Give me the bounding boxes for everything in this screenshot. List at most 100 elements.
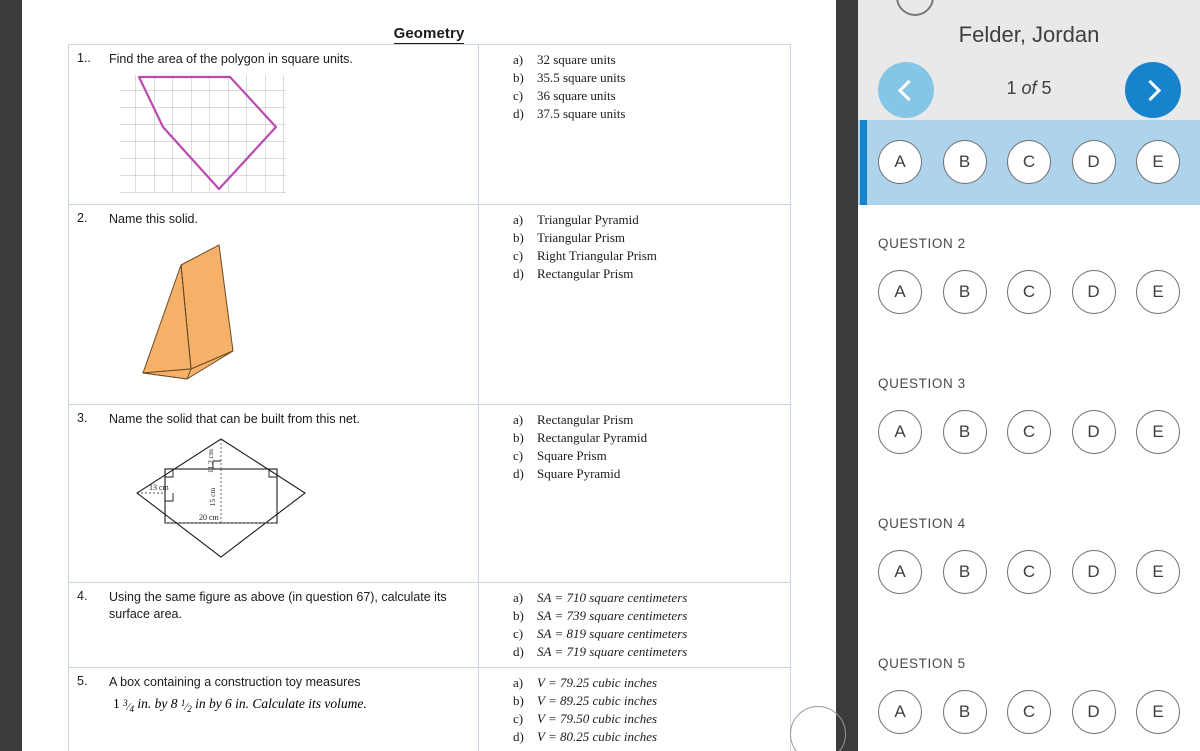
answer-bubble-a[interactable]: A	[878, 690, 922, 734]
answer-bubble-a[interactable]: A	[878, 270, 922, 314]
answer-bubble-d[interactable]: D	[1071, 270, 1116, 314]
choice-text: V = 79.25 cubic inches	[537, 674, 658, 690]
answer-bubble-b[interactable]: B	[942, 410, 987, 454]
question-number: 2.	[77, 211, 88, 225]
answer-bubble-b[interactable]: B	[942, 690, 987, 734]
choice-option[interactable]: c) Right Triangular Prism	[513, 247, 784, 265]
choice-option[interactable]: b) SA = 739 square centimeters	[513, 607, 784, 625]
table-row: 4. Using the same figure as above (in que…	[68, 582, 791, 668]
choice-option[interactable]: c) SA = 819 square centimeters	[513, 625, 784, 643]
choice-option[interactable]: a) V = 79.25 cubic inches	[513, 674, 784, 692]
net-label-square-height: 15 cm	[208, 488, 217, 507]
choice-option[interactable]: d) 37.5 square units	[513, 105, 784, 123]
panel-header: Felder, Jordan 1 of 5	[858, 0, 1200, 120]
choice-option[interactable]: a) SA = 710 square centimeters	[513, 589, 784, 607]
answer-bubble-e[interactable]: E	[1136, 410, 1180, 454]
bubble-row-5: A B C D E	[878, 690, 1180, 734]
question-text: Name this solid.	[109, 212, 198, 226]
table-row: 5. A box containing a construction toy me…	[68, 666, 791, 751]
choice-text: SA = 819 square centimeters	[537, 625, 688, 641]
question-label-5: QUESTION 5	[878, 656, 966, 671]
student-name: Felder, Jordan	[958, 22, 1100, 47]
answer-bubble-a[interactable]: A	[878, 410, 922, 454]
choice-text: SA = 739 square centimeters	[537, 607, 688, 623]
q5-mid-text: in. by 8	[137, 695, 178, 711]
answer-bubble-e[interactable]: E	[1136, 690, 1180, 734]
page-title-text: Geometry	[393, 25, 465, 44]
question-text: Find the area of the polygon in square u…	[109, 52, 353, 66]
answer-bubble-b[interactable]: B	[942, 550, 987, 594]
answer-bubble-a[interactable]: A	[878, 140, 922, 184]
answer-bubble-c[interactable]: C	[1007, 690, 1051, 734]
answer-bubble-d[interactable]: D	[1071, 550, 1116, 594]
choice-letter: b)	[513, 229, 524, 245]
polygon-grid-figure	[117, 73, 472, 198]
page-title: Geometry	[22, 25, 836, 44]
answer-bubble-d[interactable]: D	[1071, 140, 1116, 184]
next-question-button[interactable]	[1125, 62, 1181, 118]
answer-bubble-b[interactable]: B	[942, 270, 987, 314]
answer-block-question-5: QUESTION 5 A B C D E	[858, 642, 1200, 751]
chevron-right-icon	[1139, 79, 1162, 101]
choice-text: Square Prism	[537, 447, 607, 463]
choice-option[interactable]: c) Square Prism	[513, 447, 784, 465]
document-right-rail	[836, 0, 858, 751]
answer-bubble-c[interactable]: C	[1007, 140, 1051, 184]
q5-fraction-1: 3⁄4	[123, 698, 134, 715]
choice-text: 36 square units	[537, 87, 616, 103]
choice-option[interactable]: d) Rectangular Prism	[513, 265, 784, 283]
net-label-slant-height: 11.2 cm	[206, 449, 215, 473]
choice-text: Triangular Pyramid	[537, 212, 639, 227]
choice-text: V = 89.25 cubic inches	[537, 692, 658, 708]
choice-text: 35.5 square units	[537, 69, 626, 85]
triangular-prism-figure	[121, 233, 472, 398]
choice-option[interactable]: b) Triangular Prism	[513, 229, 784, 247]
choice-option[interactable]: a) Triangular Pyramid	[513, 211, 784, 229]
answer-block-question-2: QUESTION 2 A B C D E	[858, 222, 1200, 362]
answer-bubble-e[interactable]: E	[1136, 550, 1180, 594]
bubble-row-3: A B C D E	[878, 410, 1180, 454]
q5-frac1-numerator: 3	[123, 698, 128, 709]
question-text: Using the same figure as above (in quest…	[109, 590, 447, 621]
answer-bubble-d[interactable]: D	[1071, 410, 1116, 454]
choice-option[interactable]: b) V = 89.25 cubic inches	[513, 692, 784, 710]
answer-bubble-b[interactable]: B	[942, 140, 987, 184]
answer-block-question-4: QUESTION 4 A B C D E	[858, 502, 1200, 642]
q5-fraction-2: 1⁄2	[180, 698, 192, 715]
choice-option[interactable]: c) V = 79.50 cubic inches	[513, 710, 784, 728]
choice-text: Triangular Prism	[537, 229, 625, 245]
question-cell-5: 5. A box containing a construction toy me…	[68, 666, 479, 751]
answer-bubble-a[interactable]: A	[878, 550, 922, 594]
choice-option[interactable]: a) Rectangular Prism	[513, 411, 784, 429]
answer-block-question-1: A B C D E	[858, 120, 1200, 205]
answer-bubble-c[interactable]: C	[1007, 270, 1051, 314]
table-row: 1.. Find the area of the polygon in squar…	[68, 44, 791, 205]
choice-option[interactable]: b) 35.5 square units	[513, 69, 784, 87]
page-total: 5	[1041, 78, 1052, 98]
answer-bubble-e[interactable]: E	[1136, 140, 1180, 184]
choice-option[interactable]: d) Square Pyramid	[513, 465, 784, 483]
answer-bubble-c[interactable]: C	[1007, 410, 1051, 454]
choice-letter: d)	[513, 728, 524, 744]
q5-suffix-text: in by 6 in. Calculate its volume.	[195, 695, 367, 711]
choice-letter: b)	[513, 69, 524, 85]
answers-cell-4: a) SA = 710 square centimeters b) SA = 739…	[478, 582, 791, 668]
question-cell-2: 2. Name this solid.	[68, 204, 479, 405]
answer-bubble-d[interactable]: D	[1071, 690, 1116, 734]
choice-option[interactable]: d) V = 80.25 cubic inches	[513, 728, 784, 746]
answer-bubble-e[interactable]: E	[1136, 270, 1180, 314]
question-cell-4: 4. Using the same figure as above (in que…	[68, 582, 479, 668]
app-root: Geometry 1.. Find the area of the polygon…	[0, 0, 1200, 751]
choice-text: Rectangular Pyramid	[537, 429, 648, 445]
choice-letter: d)	[513, 465, 524, 481]
choice-option[interactable]: d) SA = 719 square centimeters	[513, 643, 784, 661]
choice-option[interactable]: a) 32 square units	[513, 51, 784, 69]
question-text: Name the solid that can be built from th…	[109, 412, 360, 426]
choice-text: V = 79.50 cubic inches	[537, 710, 658, 726]
choice-option[interactable]: c) 36 square units	[513, 87, 784, 105]
choice-letter: c)	[513, 87, 524, 103]
avatar[interactable]	[896, 0, 934, 16]
answer-bubble-c[interactable]: C	[1007, 550, 1051, 594]
question-table: 1.. Find the area of the polygon in squar…	[68, 44, 791, 751]
choice-option[interactable]: b) Rectangular Pyramid	[513, 429, 784, 447]
